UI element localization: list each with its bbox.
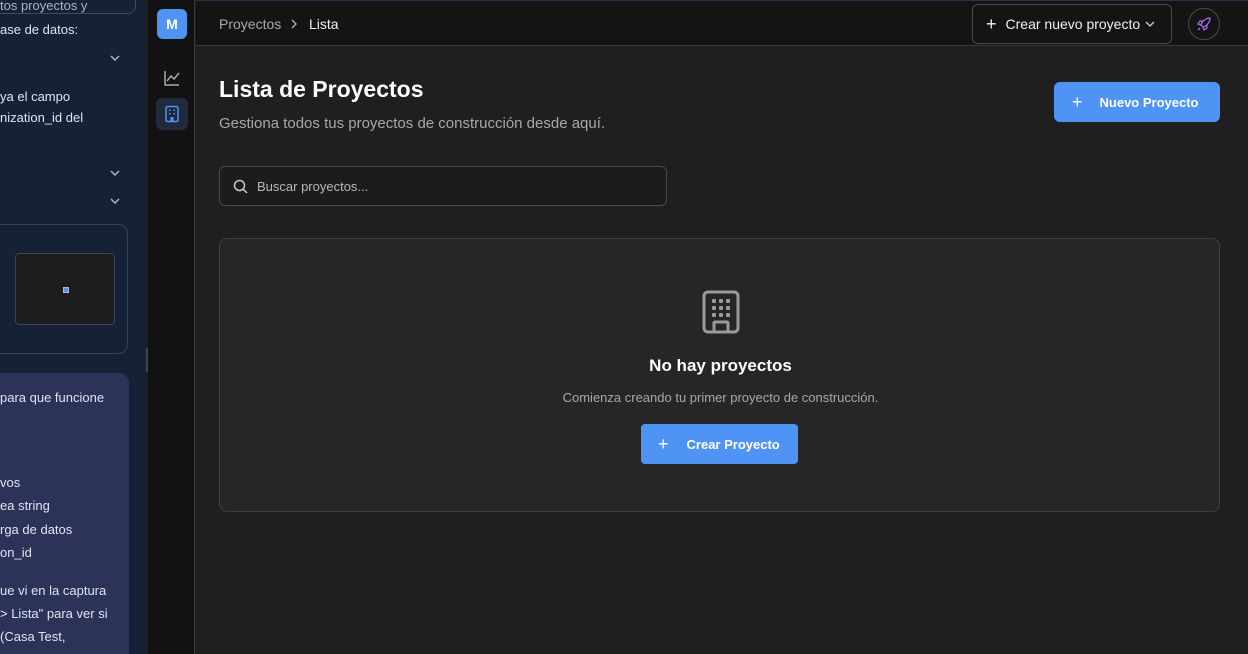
chat-line: (Casa Test, [0, 629, 66, 644]
page-subtitle: Gestiona todos tus proyectos de construc… [219, 115, 606, 132]
chat-line: rga de datos [0, 522, 73, 537]
empty-state-card: No hay proyectos Comienza creando tu pri… [219, 238, 1220, 512]
new-project-button-label: Nuevo Proyecto [1099, 94, 1199, 110]
chat-line: nization_id del [0, 110, 84, 125]
top-bar: Proyectos Lista + Crear nuevo proyecto [196, 0, 1248, 46]
breadcrumb-current: Lista [309, 16, 339, 32]
app-root: tos proyectos y ase de datos: ya el camp… [0, 0, 1248, 654]
empty-state-title: No hay proyectos [649, 356, 792, 375]
building-icon [165, 105, 179, 123]
chevron-down-icon [1145, 21, 1155, 27]
chat-line: ea string [0, 498, 50, 513]
chat-line: on_id [0, 545, 32, 560]
rail-projects[interactable] [156, 98, 188, 130]
new-project-dropdown[interactable]: + Crear nuevo proyecto [972, 4, 1172, 44]
chat-line: > Lista" para ver si [0, 606, 108, 621]
chat-panel: tos proyectos y ase de datos: ya el camp… [0, 0, 146, 654]
search-box[interactable] [219, 166, 667, 206]
rocket-icon [1197, 17, 1211, 31]
chat-line: vos [0, 475, 21, 490]
chat-line: ase de datos: [0, 22, 79, 37]
chevron-down-icon[interactable] [108, 51, 122, 65]
workspace-avatar[interactable]: M [157, 9, 187, 39]
new-project-dropdown-label: Crear nuevo proyecto [1005, 16, 1141, 32]
search-input[interactable] [257, 178, 637, 194]
chevron-down-icon[interactable] [108, 194, 122, 208]
chat-line: tos proyectos y [0, 0, 88, 13]
chevron-down-icon[interactable] [108, 166, 122, 180]
breadcrumb-separator-icon [288, 17, 300, 33]
chat-line: para que funcione [0, 390, 105, 405]
rail-analytics[interactable] [156, 62, 188, 94]
icon-rail: M [148, 0, 195, 654]
create-project-button-label: Crear Proyecto [686, 436, 780, 452]
empty-state-description: Comienza creando tu primer proyecto de c… [562, 390, 879, 405]
building-icon [702, 290, 740, 334]
plus-icon: + [658, 434, 669, 454]
page-title: Lista de Proyectos [219, 76, 424, 102]
plus-icon: + [986, 14, 997, 34]
plus-icon: + [1072, 92, 1083, 112]
chat-line: ya el campo [0, 89, 71, 104]
screenshot-thumbnail[interactable] [15, 253, 115, 325]
chat-line: ue vi en la captura [0, 583, 107, 598]
chart-line-icon [164, 71, 180, 86]
rocket-button[interactable] [1188, 8, 1220, 40]
breadcrumb-projects[interactable]: Proyectos [219, 16, 281, 32]
main-content: Lista de Proyectos Gestiona todos tus pr… [196, 46, 1248, 654]
create-project-button[interactable]: + Crear Proyecto [641, 424, 798, 464]
new-project-button[interactable]: + Nuevo Proyecto [1054, 82, 1220, 122]
search-icon [233, 179, 248, 194]
